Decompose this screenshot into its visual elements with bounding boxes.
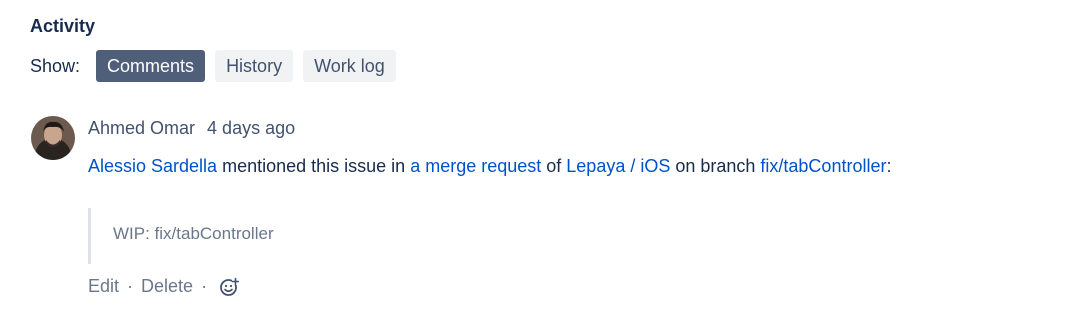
- project-link[interactable]: Lepaya / iOS: [566, 156, 670, 176]
- activity-title: Activity: [30, 16, 96, 36]
- tab-work-log[interactable]: Work log: [303, 50, 396, 82]
- mention-user-link[interactable]: Alessio Sardella: [88, 156, 217, 176]
- comment-body: Alessio Sardella mentioned this issue in…: [88, 156, 891, 177]
- activity-filter: Show: Comments History Work log: [30, 50, 406, 82]
- merge-request-link[interactable]: a merge request: [410, 156, 541, 176]
- action-separator: ·: [127, 276, 134, 296]
- comment-text: mentioned this issue in: [217, 156, 411, 176]
- comment-header: Ahmed Omar 4 days ago: [88, 118, 295, 139]
- tab-history[interactable]: History: [215, 50, 294, 82]
- tab-comments[interactable]: Comments: [96, 50, 206, 82]
- delete-button[interactable]: Delete: [141, 276, 193, 297]
- comment-timestamp[interactable]: 4 days ago: [207, 118, 295, 139]
- comment-author[interactable]: Ahmed Omar: [88, 118, 195, 139]
- comment-actions: Edit · Delete ·: [88, 276, 240, 297]
- comment-text: :: [886, 156, 892, 176]
- show-label: Show:: [30, 55, 81, 76]
- user-avatar-icon: [31, 116, 75, 160]
- edit-button[interactable]: Edit: [88, 276, 119, 297]
- comment-text: of: [541, 156, 567, 176]
- branch-link[interactable]: fix/tabController: [760, 156, 886, 176]
- comment-text: on branch: [670, 156, 761, 176]
- add-reaction-icon[interactable]: [219, 277, 240, 297]
- action-separator: ·: [201, 276, 208, 296]
- avatar[interactable]: [31, 116, 75, 160]
- comment-quote: WIP: fix/tabController: [88, 208, 488, 264]
